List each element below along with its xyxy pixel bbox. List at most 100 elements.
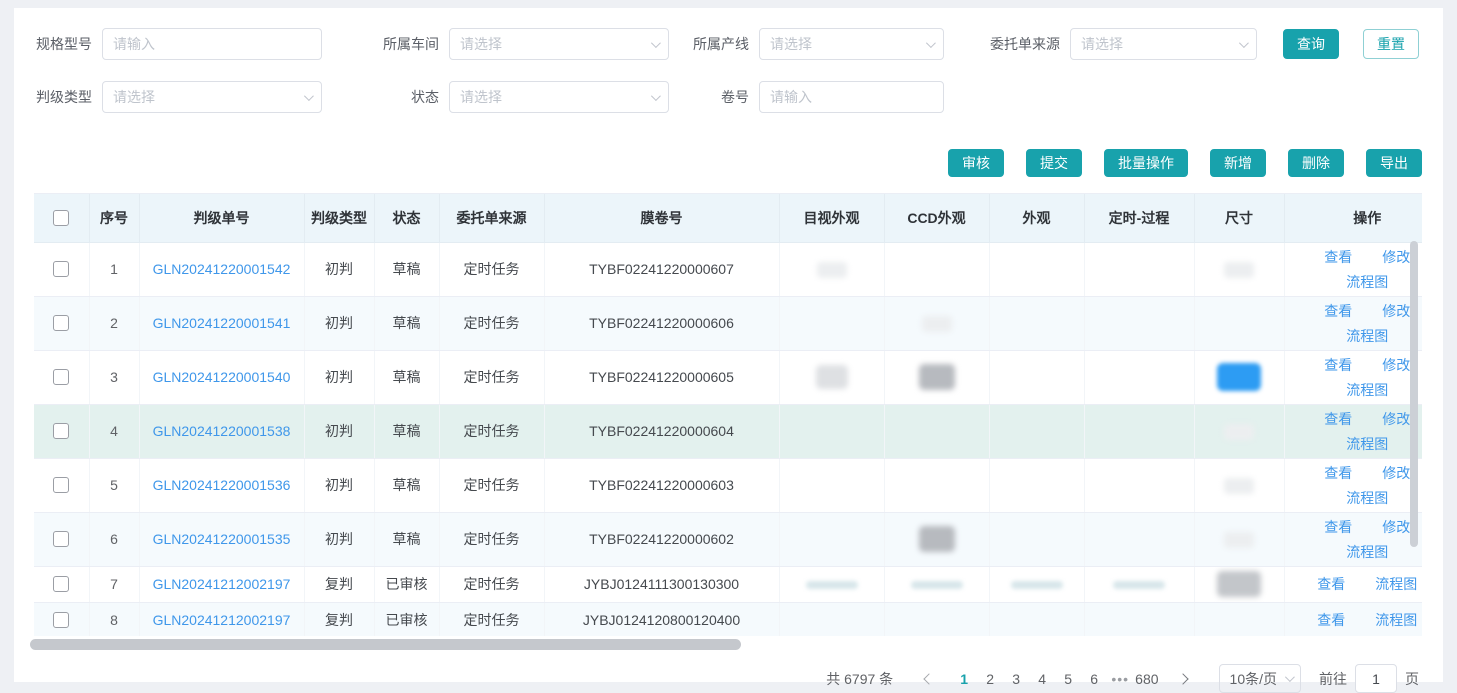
- row-checkbox[interactable]: [53, 423, 69, 439]
- audit-button[interactable]: 审核: [948, 149, 1004, 177]
- row-index-cell: 2: [89, 296, 139, 350]
- flowchart-link[interactable]: 流程图: [1346, 326, 1388, 346]
- page-number-3[interactable]: 3: [1003, 671, 1029, 687]
- roll-no-cell: TYBF02241220000604: [544, 404, 779, 458]
- timing-cell: [1084, 602, 1194, 636]
- row-index-cell: 3: [89, 350, 139, 404]
- edit-link[interactable]: 修改: [1382, 463, 1410, 483]
- order-no-link[interactable]: GLN20241212002197: [139, 566, 304, 602]
- size-status-blob: [1224, 478, 1254, 494]
- batch-operation-button[interactable]: 批量操作: [1104, 149, 1188, 177]
- reset-button[interactable]: 重置: [1363, 29, 1419, 59]
- ccd-cell: [884, 404, 989, 458]
- filter-row-1: 规格型号 所属车间 请选择 所属产线 请选择 委托单来: [30, 28, 1423, 60]
- timing-cell: [1084, 404, 1194, 458]
- order-no-link[interactable]: GLN20241220001536: [139, 458, 304, 512]
- order-no-link[interactable]: GLN20241220001535: [139, 512, 304, 566]
- workshop-select[interactable]: 请选择: [449, 28, 669, 60]
- view-link[interactable]: 查看: [1324, 247, 1352, 267]
- order-source-label: 委托单来源: [984, 34, 1060, 54]
- flowchart-link[interactable]: 流程图: [1346, 542, 1388, 562]
- horizontal-scrollbar[interactable]: [30, 639, 741, 650]
- page-number-6[interactable]: 6: [1081, 671, 1107, 687]
- edit-link[interactable]: 修改: [1382, 247, 1410, 267]
- status-cell: 草稿: [374, 242, 439, 296]
- row-checkbox[interactable]: [53, 531, 69, 547]
- table-row: 5GLN20241220001536初判草稿定时任务TYBF0224122000…: [34, 458, 1422, 512]
- row-checkbox[interactable]: [53, 369, 69, 385]
- col-source: 委托单来源: [439, 194, 544, 242]
- edit-link[interactable]: 修改: [1382, 355, 1410, 375]
- order-no-link[interactable]: GLN20241220001540: [139, 350, 304, 404]
- submit-button[interactable]: 提交: [1026, 149, 1082, 177]
- flowchart-link[interactable]: 流程图: [1346, 488, 1388, 508]
- row-checkbox[interactable]: [53, 612, 69, 628]
- goto-page-input[interactable]: [1355, 664, 1397, 693]
- filter-status: 状态 请选择: [377, 81, 669, 113]
- spec-model-input-wrap: [102, 28, 322, 60]
- view-link[interactable]: 查看: [1317, 610, 1345, 630]
- grade-type-select[interactable]: 请选择: [102, 81, 322, 113]
- visual-cell: [779, 566, 884, 602]
- row-checkbox[interactable]: [53, 261, 69, 277]
- export-button[interactable]: 导出: [1366, 149, 1422, 177]
- view-link[interactable]: 查看: [1317, 574, 1345, 594]
- view-link[interactable]: 查看: [1324, 355, 1352, 375]
- order-no-link[interactable]: GLN20241220001541: [139, 296, 304, 350]
- status-cell: 草稿: [374, 512, 439, 566]
- operation-cell: 查看 修改流程图: [1284, 242, 1422, 296]
- page-number-2[interactable]: 2: [977, 671, 1003, 687]
- flowchart-link[interactable]: 流程图: [1346, 272, 1388, 292]
- view-link[interactable]: 查看: [1324, 409, 1352, 429]
- flowchart-link[interactable]: 流程图: [1375, 610, 1417, 630]
- visual-cell: [779, 296, 884, 350]
- page-number-1[interactable]: 1: [951, 671, 977, 687]
- query-button[interactable]: 查询: [1283, 29, 1339, 59]
- horizontal-scrollbar-track: [34, 639, 1422, 650]
- row-checkbox[interactable]: [53, 315, 69, 331]
- view-link[interactable]: 查看: [1324, 301, 1352, 321]
- status-select[interactable]: 请选择: [449, 81, 669, 113]
- spec-model-input[interactable]: [113, 36, 311, 52]
- page-number-4[interactable]: 4: [1029, 671, 1055, 687]
- order-source-select[interactable]: 请选择: [1070, 28, 1257, 60]
- add-button[interactable]: 新增: [1210, 149, 1266, 177]
- roll-no-input[interactable]: [770, 89, 933, 105]
- flowchart-link[interactable]: 流程图: [1346, 380, 1388, 400]
- next-page-icon[interactable]: [1177, 673, 1188, 684]
- page-ellipsis[interactable]: •••: [1107, 671, 1133, 687]
- order-no-link[interactable]: GLN20241220001542: [139, 242, 304, 296]
- prev-page-icon[interactable]: [924, 673, 935, 684]
- vertical-scrollbar[interactable]: [1410, 241, 1418, 547]
- row-checkbox[interactable]: [53, 477, 69, 493]
- edit-link[interactable]: 修改: [1382, 517, 1410, 537]
- view-link[interactable]: 查看: [1324, 517, 1352, 537]
- size-cell: [1194, 296, 1284, 350]
- delete-button[interactable]: 删除: [1288, 149, 1344, 177]
- visual-cell: [779, 512, 884, 566]
- roll-no-cell: JYBJ0124120800120400: [544, 602, 779, 636]
- page-size-select[interactable]: 10条/页: [1219, 664, 1301, 693]
- status-cell: 草稿: [374, 404, 439, 458]
- grade-type-cell: 初判: [304, 512, 374, 566]
- filter-row-2: 判级类型 请选择 状态 请选择 卷号: [30, 81, 1423, 113]
- grade-type-cell: 初判: [304, 242, 374, 296]
- roll-no-cell: TYBF02241220000606: [544, 296, 779, 350]
- ccd-cell: [884, 350, 989, 404]
- order-no-link[interactable]: GLN20241212002197: [139, 602, 304, 636]
- view-link[interactable]: 查看: [1324, 463, 1352, 483]
- select-all-checkbox[interactable]: [53, 210, 69, 226]
- edit-link[interactable]: 修改: [1382, 301, 1410, 321]
- flowchart-link[interactable]: 流程图: [1346, 434, 1388, 454]
- row-checkbox[interactable]: [53, 576, 69, 592]
- production-line-select[interactable]: 请选择: [759, 28, 944, 60]
- edit-link[interactable]: 修改: [1382, 409, 1410, 429]
- visual-cell: [779, 242, 884, 296]
- col-order-no: 判级单号: [139, 194, 304, 242]
- page-number-5[interactable]: 5: [1055, 671, 1081, 687]
- page-number-last[interactable]: 680: [1133, 671, 1160, 687]
- visual-status-blob: [816, 365, 848, 389]
- data-table: 序号 判级单号 判级类型 状态 委托单来源 膜卷号 目视外观 CCD外观 外观 …: [34, 194, 1422, 636]
- flowchart-link[interactable]: 流程图: [1375, 574, 1417, 594]
- order-no-link[interactable]: GLN20241220001538: [139, 404, 304, 458]
